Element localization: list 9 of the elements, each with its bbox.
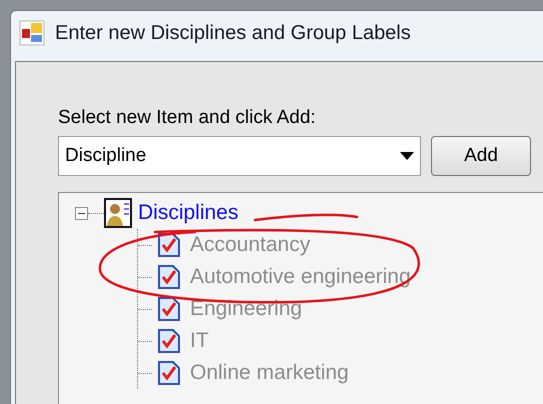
- add-button[interactable]: Add: [431, 136, 531, 176]
- item-dropdown[interactable]: Discipline: [58, 136, 421, 176]
- person-icon: [104, 198, 132, 228]
- window-title: Enter new Disciplines and Group Labels: [55, 21, 411, 46]
- collapse-toggle[interactable]: [75, 206, 88, 220]
- caret-icon: [400, 152, 414, 160]
- app-icon: [19, 20, 45, 46]
- tree-node-label[interactable]: Disciplines: [138, 197, 238, 229]
- prompt-label: Select new Item and click Add:: [58, 106, 317, 130]
